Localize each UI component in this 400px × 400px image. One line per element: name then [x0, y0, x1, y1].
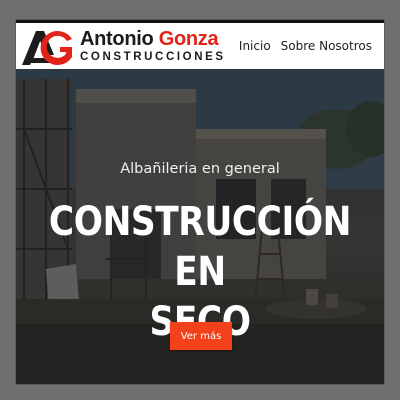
brand-subtitle: CONSTRUCCIONES [80, 51, 226, 63]
brand[interactable]: Antonio Gonza CONSTRUCCIONES [80, 29, 226, 63]
hero-section: Albañileria en general CONSTRUCCIÓN EN S… [16, 69, 384, 384]
ver-mas-button[interactable]: Ver más [170, 322, 232, 350]
site-header: Antonio Gonza CONSTRUCCIONES Inicio Sobr… [16, 23, 384, 69]
ag-logo-icon[interactable] [20, 27, 76, 67]
hero-headline-line1: CONSTRUCCIÓN EN [48, 199, 352, 295]
brand-name-accent: Gonza [158, 28, 219, 50]
brand-name-first: Antonio [80, 28, 159, 50]
hero-tagline: Albañileria en general [120, 161, 280, 177]
nav-item-inicio[interactable]: Inicio [239, 39, 271, 53]
website-frame: Antonio Gonza CONSTRUCCIONES Inicio Sobr… [16, 20, 384, 384]
nav-item-sobre-nosotros[interactable]: Sobre Nosotros [281, 39, 372, 53]
brand-name: Antonio Gonza [80, 29, 226, 49]
main-nav: Inicio Sobre Nosotros [239, 39, 372, 53]
